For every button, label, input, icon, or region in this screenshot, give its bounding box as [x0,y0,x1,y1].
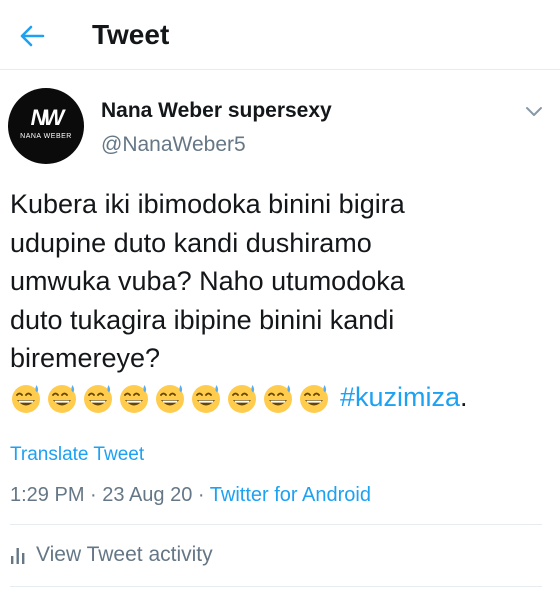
grinning-face-with-sweat-icon [120,385,148,414]
grinning-face-with-sweat-icon [228,385,256,414]
divider [10,524,542,525]
grinning-face-with-sweat-icon [192,385,220,414]
grinning-face-with-sweat-icon [84,385,112,414]
avatar-logo-mark: NW [30,105,65,130]
grinning-face-with-sweat-icon [48,385,76,414]
arrow-left-icon [20,25,45,47]
author-handle[interactable]: @NanaWeber5 [101,132,246,158]
tweet-time: 1:29 PM [10,484,85,506]
emoji-row [10,378,334,417]
avatar-logo-text: NANA WEBER [20,133,72,140]
tweet-trailing-punctuation: . [460,381,468,412]
tweet-menu-button[interactable] [520,100,548,124]
tweet-date: 23 Aug 20 [102,484,193,506]
grinning-face-with-sweat-icon [300,385,328,414]
top-bar: Tweet [0,0,560,70]
tweet-text-line: umwuka vuba? Naho utumodoka [10,266,405,296]
tweet-text: Kubera iki ibimodoka binini bigira udupi… [10,185,550,416]
tweet-meta: 1:29 PM · 23 Aug 20 · Twitter for Androi… [10,482,371,508]
translate-tweet-link[interactable]: Translate Tweet [10,443,144,467]
back-button[interactable] [14,18,50,54]
meta-separator: · [192,484,210,506]
grinning-face-with-sweat-icon [264,385,292,414]
meta-separator: · [84,484,103,506]
view-tweet-activity-label: View Tweet activity [36,543,213,566]
page-title: Tweet [92,19,170,50]
tweet-text-line: biremereye? [10,343,161,373]
tweet-source-link[interactable]: Twitter for Android [210,484,371,506]
tweet-text-line: duto tukagira ibipine binini kandi [10,304,395,335]
hashtag-link[interactable]: #kuzimiza [340,378,460,417]
grinning-face-with-sweat-icon [156,385,184,414]
divider [10,586,542,587]
tweet-text-line: Kubera iki ibimodoka binini bigira [10,189,405,219]
avatar[interactable]: NW NANA WEBER [8,88,84,164]
bar-chart-icon [11,548,25,564]
tweet-emoji-line: #kuzimiza. [10,378,550,417]
chevron-down-icon [526,107,542,116]
view-tweet-activity-button[interactable]: View Tweet activity [10,540,213,570]
author-display-name[interactable]: Nana Weber supersexy [101,98,332,124]
grinning-face-with-sweat-icon [12,385,40,414]
tweet-text-line: udupine duto kandi dushiramo [10,227,372,258]
